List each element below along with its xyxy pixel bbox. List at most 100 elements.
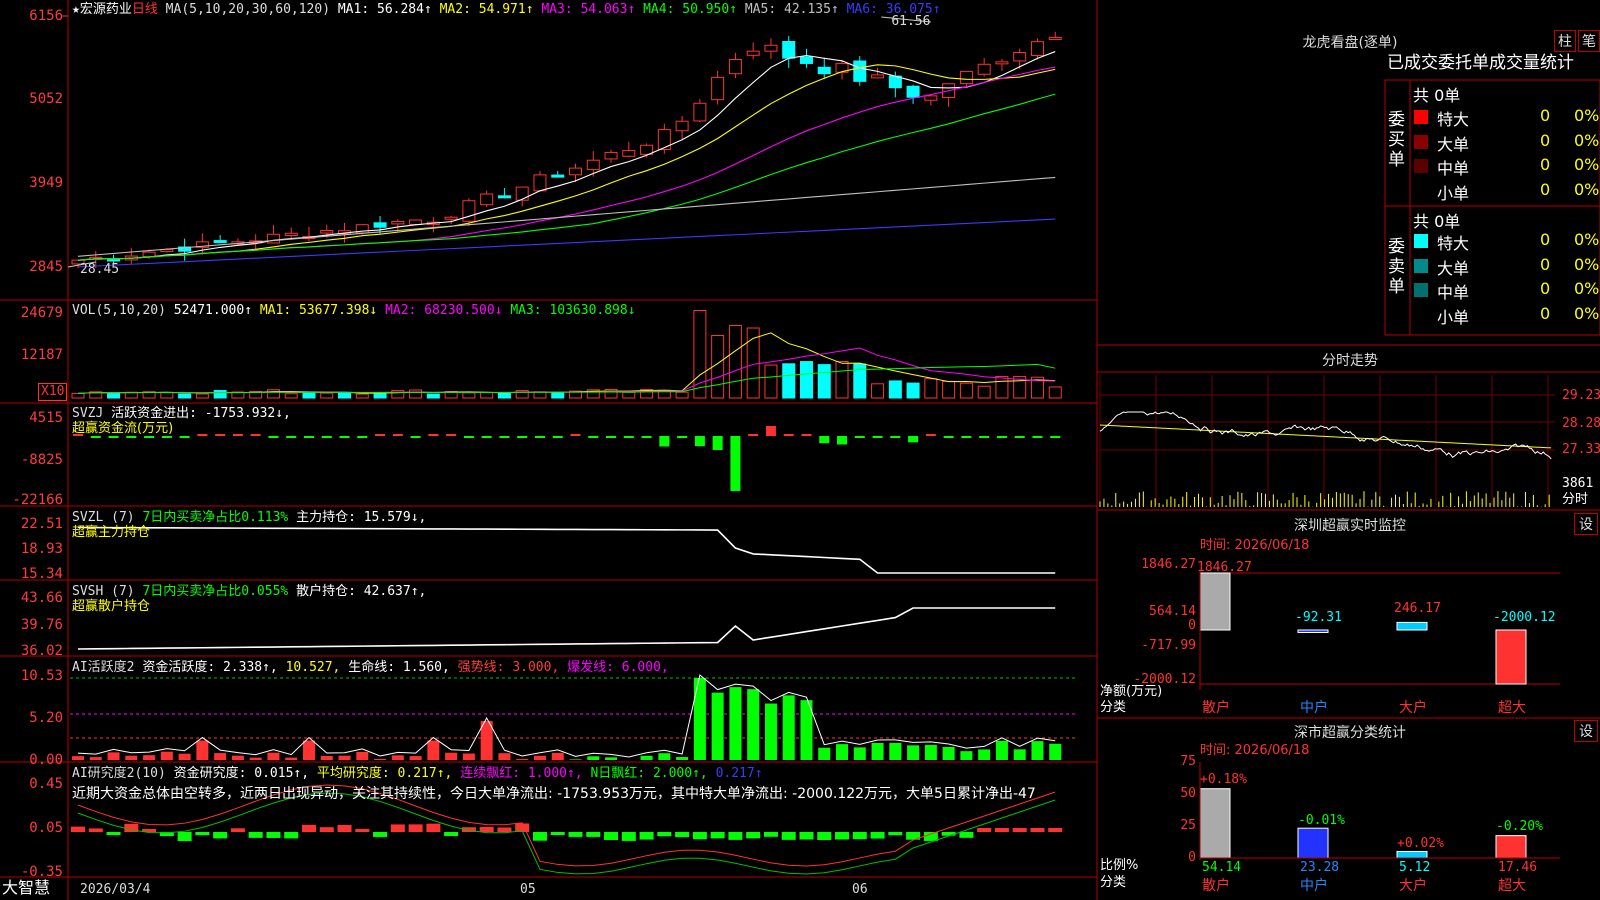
- flow-bar: [215, 434, 226, 436]
- volume-bar: [391, 390, 405, 399]
- activity-bar: [498, 753, 511, 760]
- candle-body: [1030, 41, 1044, 56]
- flow-bar: [908, 436, 919, 443]
- candle-body: [657, 129, 671, 151]
- volume-bar: [480, 392, 494, 399]
- research-bar: [852, 832, 867, 840]
- activity-bar: [533, 755, 546, 760]
- candle-body: [213, 240, 227, 244]
- activity-bar: [676, 757, 689, 760]
- flow-bar: [357, 436, 368, 438]
- flow-bar: [534, 436, 545, 438]
- activity-bar: [640, 755, 653, 760]
- flow-bar: [410, 436, 421, 438]
- research-bar: [604, 832, 619, 840]
- activity-bar: [658, 753, 671, 760]
- research-bar: [355, 828, 370, 832]
- research-bar: [835, 832, 850, 840]
- volume-bar: [977, 385, 991, 399]
- activity-bar: [356, 751, 369, 760]
- research-bar: [337, 825, 352, 832]
- activity-bar: [516, 759, 529, 760]
- activity-bar: [818, 747, 831, 760]
- activity-bar: [178, 753, 191, 760]
- activity-bar: [729, 687, 742, 760]
- research-bar: [301, 824, 316, 832]
- chart-bar: [1495, 629, 1527, 685]
- volume-bar: [906, 382, 920, 399]
- volume-bar: [107, 392, 121, 399]
- activity-bar: [711, 692, 724, 760]
- flow-bar: [250, 434, 261, 436]
- flow-bar: [783, 434, 794, 436]
- candle-body: [1048, 36, 1062, 40]
- flow-bar: [339, 436, 350, 438]
- volume-bar: [195, 393, 209, 399]
- chart-bar: [1297, 629, 1329, 633]
- research-bar: [888, 832, 903, 836]
- volume-bar: [355, 393, 369, 399]
- tick-view-button[interactable]: 笔: [1578, 30, 1600, 52]
- flow-bar: [943, 436, 954, 438]
- chart-bar: [1396, 621, 1428, 631]
- flow-bar: [126, 436, 137, 438]
- research-bar: [675, 832, 690, 838]
- volume-bar: [426, 393, 440, 399]
- research-bar: [71, 826, 85, 832]
- research-bar: [923, 832, 938, 841]
- flow-bar: [854, 436, 865, 438]
- activity-bar: [871, 742, 884, 760]
- activity-bar: [409, 756, 422, 760]
- volume-bar: [178, 393, 192, 399]
- sz-stats-settings-button[interactable]: 设: [1574, 720, 1598, 742]
- flow-bar: [837, 436, 848, 445]
- volume-bar: [995, 375, 1009, 399]
- research-bar: [88, 828, 103, 832]
- flow-bar: [552, 436, 563, 438]
- candle-body: [320, 229, 334, 234]
- activity-bar: [889, 742, 902, 760]
- research-bar: [213, 832, 228, 839]
- candle-body: [480, 193, 494, 206]
- flow-bar: [144, 436, 155, 438]
- volume-bar: [782, 363, 796, 399]
- candle-body: [497, 195, 511, 199]
- research-bar: [284, 832, 299, 839]
- volume-bar: [71, 392, 85, 399]
- activity-bar: [587, 756, 600, 760]
- stock-charts-canvas[interactable]: [0, 0, 1600, 900]
- activity-bar: [196, 740, 209, 760]
- candle-body: [142, 251, 156, 258]
- activity-bar: [978, 749, 991, 760]
- activity-bar: [160, 751, 173, 760]
- flow-bar: [90, 436, 101, 438]
- candle-body: [604, 151, 618, 160]
- research-bar: [319, 827, 334, 832]
- volume-bar: [320, 392, 334, 399]
- flow-bar: [392, 434, 403, 436]
- bar-view-button[interactable]: 柱: [1554, 30, 1576, 52]
- sz-monitor-settings-button[interactable]: 设: [1574, 513, 1598, 535]
- candle-body: [817, 66, 831, 75]
- research-bar: [763, 832, 778, 837]
- activity-bar: [143, 755, 156, 760]
- candle-body: [409, 219, 423, 225]
- research-bar: [248, 832, 263, 838]
- volume-bar: [888, 380, 902, 399]
- chart-bar: [1199, 788, 1231, 859]
- flow-bar: [268, 436, 279, 438]
- research-bar: [1048, 828, 1063, 832]
- activity-bar: [836, 744, 849, 760]
- activity-bar: [320, 755, 333, 760]
- flow-bar: [481, 436, 492, 438]
- activity-bar: [764, 703, 777, 760]
- flow-bar: [1014, 436, 1025, 438]
- candle-body: [675, 120, 689, 132]
- flow-bar: [108, 436, 119, 438]
- volume-bar: [924, 378, 938, 399]
- activity-bar: [125, 755, 138, 760]
- flow-bar: [463, 436, 474, 438]
- research-bar: [1012, 828, 1027, 832]
- candle-body: [711, 76, 725, 101]
- flow-bar: [890, 436, 901, 438]
